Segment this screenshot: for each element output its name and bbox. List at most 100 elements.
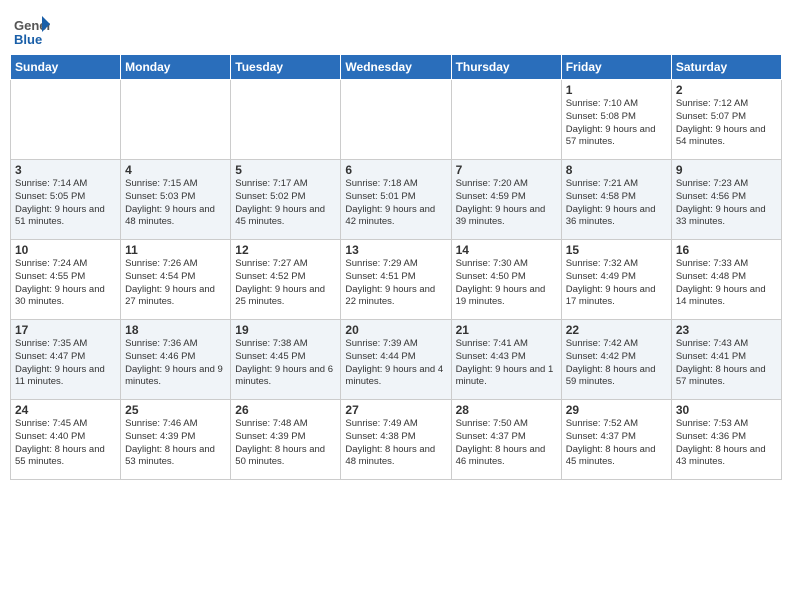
day-info: Sunrise: 7:35 AM Sunset: 4:47 PM Dayligh… — [15, 338, 116, 389]
day-header-monday: Monday — [121, 55, 231, 80]
calendar-cell: 21Sunrise: 7:41 AM Sunset: 4:43 PM Dayli… — [451, 320, 561, 400]
calendar-cell: 23Sunrise: 7:43 AM Sunset: 4:41 PM Dayli… — [671, 320, 781, 400]
day-info: Sunrise: 7:10 AM Sunset: 5:08 PM Dayligh… — [566, 98, 667, 149]
day-number: 8 — [566, 163, 667, 177]
calendar-table: SundayMondayTuesdayWednesdayThursdayFrid… — [10, 54, 782, 480]
page-header: General Blue — [10, 10, 782, 50]
day-info: Sunrise: 7:23 AM Sunset: 4:56 PM Dayligh… — [676, 178, 777, 229]
day-number: 17 — [15, 323, 116, 337]
day-info: Sunrise: 7:41 AM Sunset: 4:43 PM Dayligh… — [456, 338, 557, 389]
day-info: Sunrise: 7:45 AM Sunset: 4:40 PM Dayligh… — [15, 418, 116, 469]
day-number: 23 — [676, 323, 777, 337]
day-info: Sunrise: 7:18 AM Sunset: 5:01 PM Dayligh… — [345, 178, 446, 229]
day-number: 16 — [676, 243, 777, 257]
day-info: Sunrise: 7:50 AM Sunset: 4:37 PM Dayligh… — [456, 418, 557, 469]
calendar-cell: 20Sunrise: 7:39 AM Sunset: 4:44 PM Dayli… — [341, 320, 451, 400]
day-info: Sunrise: 7:49 AM Sunset: 4:38 PM Dayligh… — [345, 418, 446, 469]
calendar-cell: 12Sunrise: 7:27 AM Sunset: 4:52 PM Dayli… — [231, 240, 341, 320]
calendar-week-row: 1Sunrise: 7:10 AM Sunset: 5:08 PM Daylig… — [11, 80, 782, 160]
calendar-cell — [341, 80, 451, 160]
day-info: Sunrise: 7:17 AM Sunset: 5:02 PM Dayligh… — [235, 178, 336, 229]
day-info: Sunrise: 7:43 AM Sunset: 4:41 PM Dayligh… — [676, 338, 777, 389]
day-info: Sunrise: 7:36 AM Sunset: 4:46 PM Dayligh… — [125, 338, 226, 389]
calendar-cell: 9Sunrise: 7:23 AM Sunset: 4:56 PM Daylig… — [671, 160, 781, 240]
day-info: Sunrise: 7:46 AM Sunset: 4:39 PM Dayligh… — [125, 418, 226, 469]
day-info: Sunrise: 7:20 AM Sunset: 4:59 PM Dayligh… — [456, 178, 557, 229]
calendar-cell: 19Sunrise: 7:38 AM Sunset: 4:45 PM Dayli… — [231, 320, 341, 400]
day-info: Sunrise: 7:32 AM Sunset: 4:49 PM Dayligh… — [566, 258, 667, 309]
calendar-cell — [121, 80, 231, 160]
calendar-cell: 25Sunrise: 7:46 AM Sunset: 4:39 PM Dayli… — [121, 400, 231, 480]
day-header-saturday: Saturday — [671, 55, 781, 80]
calendar-week-row: 3Sunrise: 7:14 AM Sunset: 5:05 PM Daylig… — [11, 160, 782, 240]
day-number: 22 — [566, 323, 667, 337]
day-number: 10 — [15, 243, 116, 257]
day-info: Sunrise: 7:38 AM Sunset: 4:45 PM Dayligh… — [235, 338, 336, 389]
day-number: 28 — [456, 403, 557, 417]
day-number: 11 — [125, 243, 226, 257]
day-number: 9 — [676, 163, 777, 177]
calendar-cell: 3Sunrise: 7:14 AM Sunset: 5:05 PM Daylig… — [11, 160, 121, 240]
day-number: 25 — [125, 403, 226, 417]
day-info: Sunrise: 7:52 AM Sunset: 4:37 PM Dayligh… — [566, 418, 667, 469]
day-number: 14 — [456, 243, 557, 257]
day-info: Sunrise: 7:21 AM Sunset: 4:58 PM Dayligh… — [566, 178, 667, 229]
day-number: 26 — [235, 403, 336, 417]
calendar-body: 1Sunrise: 7:10 AM Sunset: 5:08 PM Daylig… — [11, 80, 782, 480]
calendar-week-row: 10Sunrise: 7:24 AM Sunset: 4:55 PM Dayli… — [11, 240, 782, 320]
day-number: 1 — [566, 83, 667, 97]
day-number: 12 — [235, 243, 336, 257]
calendar-cell: 26Sunrise: 7:48 AM Sunset: 4:39 PM Dayli… — [231, 400, 341, 480]
day-number: 29 — [566, 403, 667, 417]
day-number: 2 — [676, 83, 777, 97]
day-info: Sunrise: 7:30 AM Sunset: 4:50 PM Dayligh… — [456, 258, 557, 309]
calendar-cell: 27Sunrise: 7:49 AM Sunset: 4:38 PM Dayli… — [341, 400, 451, 480]
day-header-thursday: Thursday — [451, 55, 561, 80]
day-number: 21 — [456, 323, 557, 337]
calendar-cell — [451, 80, 561, 160]
day-number: 18 — [125, 323, 226, 337]
calendar-cell: 14Sunrise: 7:30 AM Sunset: 4:50 PM Dayli… — [451, 240, 561, 320]
calendar-header-row: SundayMondayTuesdayWednesdayThursdayFrid… — [11, 55, 782, 80]
calendar-cell: 15Sunrise: 7:32 AM Sunset: 4:49 PM Dayli… — [561, 240, 671, 320]
calendar-cell: 7Sunrise: 7:20 AM Sunset: 4:59 PM Daylig… — [451, 160, 561, 240]
calendar-cell: 1Sunrise: 7:10 AM Sunset: 5:08 PM Daylig… — [561, 80, 671, 160]
day-info: Sunrise: 7:29 AM Sunset: 4:51 PM Dayligh… — [345, 258, 446, 309]
calendar-week-row: 17Sunrise: 7:35 AM Sunset: 4:47 PM Dayli… — [11, 320, 782, 400]
calendar-cell: 29Sunrise: 7:52 AM Sunset: 4:37 PM Dayli… — [561, 400, 671, 480]
calendar-cell: 28Sunrise: 7:50 AM Sunset: 4:37 PM Dayli… — [451, 400, 561, 480]
day-number: 3 — [15, 163, 116, 177]
calendar-cell: 18Sunrise: 7:36 AM Sunset: 4:46 PM Dayli… — [121, 320, 231, 400]
calendar-cell: 4Sunrise: 7:15 AM Sunset: 5:03 PM Daylig… — [121, 160, 231, 240]
calendar-cell: 22Sunrise: 7:42 AM Sunset: 4:42 PM Dayli… — [561, 320, 671, 400]
logo: General Blue — [14, 14, 52, 50]
day-info: Sunrise: 7:53 AM Sunset: 4:36 PM Dayligh… — [676, 418, 777, 469]
day-number: 30 — [676, 403, 777, 417]
day-number: 24 — [15, 403, 116, 417]
day-number: 15 — [566, 243, 667, 257]
calendar-cell: 10Sunrise: 7:24 AM Sunset: 4:55 PM Dayli… — [11, 240, 121, 320]
calendar-cell: 13Sunrise: 7:29 AM Sunset: 4:51 PM Dayli… — [341, 240, 451, 320]
day-info: Sunrise: 7:15 AM Sunset: 5:03 PM Dayligh… — [125, 178, 226, 229]
day-number: 20 — [345, 323, 446, 337]
day-info: Sunrise: 7:39 AM Sunset: 4:44 PM Dayligh… — [345, 338, 446, 389]
day-number: 27 — [345, 403, 446, 417]
day-number: 19 — [235, 323, 336, 337]
calendar-cell — [231, 80, 341, 160]
day-number: 13 — [345, 243, 446, 257]
day-header-wednesday: Wednesday — [341, 55, 451, 80]
day-info: Sunrise: 7:26 AM Sunset: 4:54 PM Dayligh… — [125, 258, 226, 309]
calendar-week-row: 24Sunrise: 7:45 AM Sunset: 4:40 PM Dayli… — [11, 400, 782, 480]
day-info: Sunrise: 7:42 AM Sunset: 4:42 PM Dayligh… — [566, 338, 667, 389]
day-number: 5 — [235, 163, 336, 177]
day-number: 7 — [456, 163, 557, 177]
day-header-friday: Friday — [561, 55, 671, 80]
calendar-cell: 8Sunrise: 7:21 AM Sunset: 4:58 PM Daylig… — [561, 160, 671, 240]
day-info: Sunrise: 7:33 AM Sunset: 4:48 PM Dayligh… — [676, 258, 777, 309]
day-header-tuesday: Tuesday — [231, 55, 341, 80]
calendar-cell: 11Sunrise: 7:26 AM Sunset: 4:54 PM Dayli… — [121, 240, 231, 320]
calendar-cell: 16Sunrise: 7:33 AM Sunset: 4:48 PM Dayli… — [671, 240, 781, 320]
calendar-cell: 6Sunrise: 7:18 AM Sunset: 5:01 PM Daylig… — [341, 160, 451, 240]
day-number: 4 — [125, 163, 226, 177]
svg-text:Blue: Blue — [14, 32, 42, 47]
